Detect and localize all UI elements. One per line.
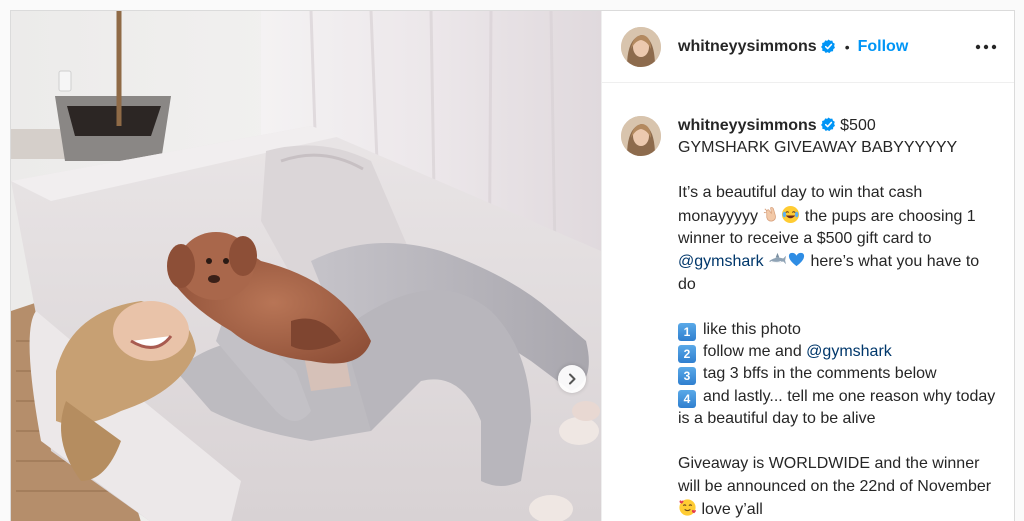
verified-badge-icon: [820, 117, 835, 132]
instagram-post: whitneyysimmons • Follow whitneyysimmons…: [10, 10, 1015, 521]
post-sidebar: whitneyysimmons • Follow whitneyysimmons…: [601, 11, 1014, 521]
clapping-hands-icon: [764, 206, 777, 222]
photo-woman-with-dog-on-couch: [11, 11, 601, 521]
follow-button[interactable]: Follow: [858, 38, 909, 56]
caption-paragraph2-b: love y’all: [697, 500, 763, 518]
separator-dot: •: [844, 38, 850, 55]
caption-section: whitneyysimmons $500 GYMSHARK GIVEAWAY B…: [602, 83, 1014, 521]
more-options-icon: [975, 44, 997, 49]
profile-photo: [621, 26, 661, 67]
post-caption: whitneyysimmons $500 GYMSHARK GIVEAWAY B…: [678, 115, 998, 521]
shark-icon: [768, 253, 787, 265]
caption-line1: $500: [835, 117, 876, 134]
keycap-3-icon: 3: [678, 367, 696, 386]
verified-badge-icon: [820, 39, 835, 54]
caption-paragraph2: Giveaway is WORLDWIDE and the winner wil…: [678, 455, 996, 495]
keycap-2-icon: 2: [678, 345, 696, 364]
step-4: 4 and lastly... tell me one reason why to…: [678, 387, 1000, 428]
caption-line2: GYMSHARK GIVEAWAY BABYYYYYY: [678, 139, 958, 157]
post-photo[interactable]: [11, 11, 601, 521]
caption-username[interactable]: whitneyysimmons: [678, 117, 817, 134]
laughing-face-icon: [782, 205, 800, 223]
mention-gymshark-2[interactable]: @gymshark: [806, 343, 892, 360]
step-1: 1 like this photo: [678, 321, 801, 341]
keycap-4-icon: 4: [678, 389, 696, 408]
avatar[interactable]: [621, 26, 661, 67]
mention-gymshark[interactable]: @gymshark: [678, 253, 764, 270]
caption-avatar[interactable]: [621, 116, 661, 156]
blue-heart-icon: [788, 253, 805, 267]
profile-photo: [621, 116, 661, 156]
post-header: whitneyysimmons • Follow: [602, 11, 1014, 83]
step-2: 2 follow me and @gymshark: [678, 343, 892, 364]
step-3: 3 tag 3 bffs in the comments below: [678, 365, 937, 386]
keycap-1-icon: 1: [678, 322, 696, 341]
header-username[interactable]: whitneyysimmons: [678, 38, 817, 56]
smiling-hearts-face-icon: [679, 499, 696, 516]
chevron-right-icon: [569, 373, 576, 385]
more-options-button[interactable]: [974, 35, 998, 59]
next-photo-button[interactable]: [558, 365, 586, 393]
